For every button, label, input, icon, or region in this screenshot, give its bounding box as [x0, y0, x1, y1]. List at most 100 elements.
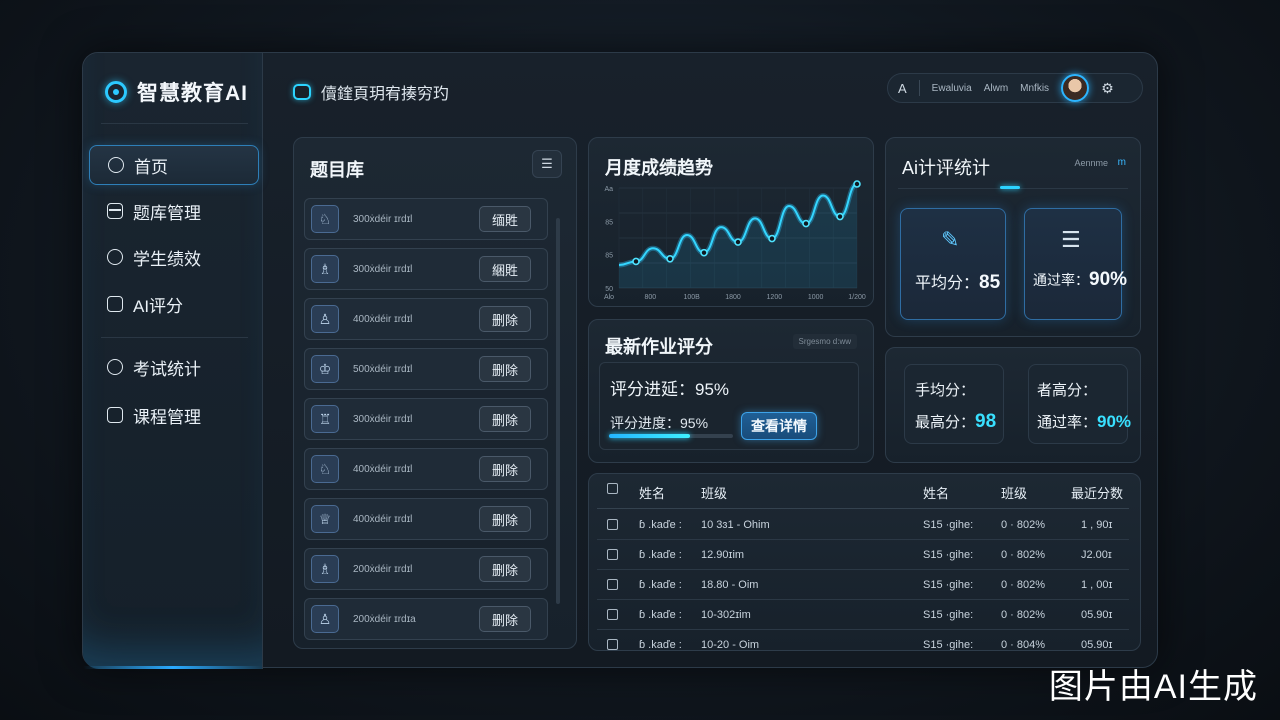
table-cell: 0 · 802%: [1001, 609, 1046, 621]
table-row[interactable]: ɓ .kaďe : 10-302ɪim S15 ·gihe: 0 · 802% 05.9…: [597, 600, 1129, 630]
x-tick-label: 1200: [767, 294, 783, 301]
scrollbar[interactable]: [556, 218, 560, 604]
question-row[interactable]: ♘ 400ẋdéir ɪrdɪl 删除: [304, 448, 548, 490]
question-row[interactable]: ♗ 200ẋdéir ɪrdɪl 删除: [304, 548, 548, 590]
question-row[interactable]: ♘ 300ẋdéir ɪrdɪl 缅貹: [304, 198, 548, 240]
question-row[interactable]: ♖ 300ẋdéir ɪrdɪl 删除: [304, 398, 548, 440]
ai-stats-header-icon[interactable]: m: [1118, 157, 1126, 168]
sidebar-item-question-bank[interactable]: 题库管理: [89, 191, 259, 231]
bubble-icon: [107, 249, 123, 265]
grading-line-1: 评分进延：95%: [610, 375, 729, 400]
data-point[interactable]: [700, 248, 708, 257]
data-point[interactable]: [768, 234, 776, 243]
delete-button[interactable]: 綑貹: [479, 256, 531, 282]
average-score: 平均分：85: [915, 269, 1000, 294]
data-point[interactable]: [836, 212, 844, 221]
delete-button[interactable]: 删除: [479, 606, 531, 632]
summary-right-bottom: 通过率：90%: [1037, 411, 1131, 432]
delete-button[interactable]: 删除: [479, 356, 531, 382]
summary-panel: 手均分： 最高分：98 者高分： 通过率：90%: [885, 347, 1141, 463]
data-point[interactable]: [853, 180, 861, 188]
tab-indicator: [1000, 186, 1020, 189]
question-icon: ♘: [311, 205, 339, 233]
table-row[interactable]: ɓ .kaďe : 12.90ɪim S15 ·gihe: 0 · 802% J2.00…: [597, 540, 1129, 570]
x-tick-label: 1800: [725, 294, 741, 301]
delete-button[interactable]: 缅貹: [479, 206, 531, 232]
delete-button[interactable]: 删除: [479, 506, 531, 532]
table-row[interactable]: ɓ .kaďe : 10-20 - Oim S15 ·gihe: 0 · 804% 05…: [597, 630, 1129, 650]
a-icon[interactable]: A: [898, 81, 907, 96]
data-point[interactable]: [666, 255, 674, 263]
table-cell: 10-302ɪim: [701, 609, 751, 621]
topbar-item[interactable]: Alwm: [984, 83, 1008, 94]
column-header[interactable]: 班级: [701, 483, 727, 502]
ai-stats-panel: Ai计评统计 Aennme m ✎ 平均分：85 ☰ 通过率：90%: [885, 137, 1141, 337]
column-header[interactable]: 班级: [1001, 483, 1027, 502]
row-checkbox[interactable]: [607, 609, 618, 620]
delete-button[interactable]: 删除: [479, 456, 531, 482]
row-checkbox[interactable]: [607, 579, 618, 590]
avatar[interactable]: [1061, 74, 1090, 102]
question-row[interactable]: ♙ 200ẋdéir ɪrdɪa 删除: [304, 598, 548, 640]
table-cell: ɓ .kaďe :: [639, 549, 682, 561]
sidebar-item-home[interactable]: 首页: [89, 145, 259, 185]
column-header[interactable]: 姓名: [923, 483, 949, 502]
pass-rate: 通过率：90%: [1033, 269, 1127, 291]
column-header[interactable]: 姓名: [639, 483, 665, 502]
view-details-button[interactable]: 查看详情: [741, 412, 817, 440]
book-icon: [107, 407, 123, 423]
scroll-icon: ☰: [1061, 227, 1081, 252]
question-icon: ♕: [311, 505, 339, 533]
y-tick-label: 85: [605, 219, 613, 226]
delete-button[interactable]: 删除: [479, 306, 531, 332]
topbar-item[interactable]: Mnfkis: [1020, 83, 1049, 94]
x-tick-label: 100B: [683, 294, 700, 301]
sidebar-item-label: AI评分: [133, 296, 184, 316]
question-row[interactable]: ♗ 300ẋdéir ɪrdɪl 綑貹: [304, 248, 548, 290]
data-point[interactable]: [632, 257, 640, 266]
row-checkbox[interactable]: [607, 519, 618, 530]
table-cell: S15 ·gihe:: [923, 519, 974, 531]
settings-icon[interactable]: ⚙: [1101, 80, 1114, 97]
topbar-toolbar: A Ewaluvia Alwm Mnfkis ⚙: [887, 73, 1143, 103]
question-row[interactable]: ♔ 500ẋdéir ɪrdɪl 删除: [304, 348, 548, 390]
table-row[interactable]: ɓ .kaďe : 10 3ɜ1 - Ohim S15 ·gihe: 0 · 802%…: [597, 510, 1129, 540]
question-text: 200ẋdéir ɪrdɪl: [353, 563, 413, 575]
row-checkbox[interactable]: [607, 639, 618, 650]
panel-title: 题目库: [310, 160, 364, 180]
summary-card-left: 手均分： 最高分：98: [904, 364, 1004, 444]
table-cell: J2.00ɪ: [1081, 549, 1112, 561]
sidebar-divider: [101, 337, 248, 338]
question-row[interactable]: ♙ 400ẋdéir ɪrdɪl 删除: [304, 298, 548, 340]
data-point[interactable]: [734, 238, 742, 246]
column-header[interactable]: 最近分数: [1071, 483, 1123, 502]
x-tick-label: Alo: [604, 294, 614, 301]
question-row[interactable]: ♕ 400ẋdéir ɪrdɪl 删除: [304, 498, 548, 540]
doc-icon: [107, 296, 123, 312]
sidebar: 智慧教育AI 首页 题库管理 学生绩效 AI评分 考试统计 课程管理: [83, 53, 263, 669]
topbar-item[interactable]: Ewaluvia: [932, 83, 972, 94]
table-cell: 18.80 - Oim: [701, 579, 759, 591]
chat-icon: [293, 84, 311, 100]
average-score-card: ✎ 平均分：85: [900, 208, 1006, 320]
pass-rate-label: 通过率：: [1033, 272, 1089, 288]
row-checkbox[interactable]: [607, 549, 618, 560]
question-text: 200ẋdéir ɪrdɪa: [353, 613, 416, 625]
sidebar-item-ai-grading[interactable]: AI评分: [89, 284, 259, 324]
delete-button[interactable]: 删除: [479, 556, 531, 582]
sidebar-item-student-performance[interactable]: 学生绩效: [89, 237, 259, 277]
table-row[interactable]: ɓ .kaďe : 18.80 - Oim S15 ·gihe: 0 · 802% 1 …: [597, 570, 1129, 600]
sidebar-item-exam-stats[interactable]: 考试统计: [89, 347, 259, 387]
grading-progress-fill: [609, 434, 690, 438]
sidebar-item-course-management[interactable]: 课程管理: [89, 395, 259, 435]
table-cell: S15 ·gihe:: [923, 549, 974, 561]
tab-icon: [107, 203, 123, 219]
pass-rate-value: 90%: [1097, 412, 1132, 431]
data-point[interactable]: [802, 219, 810, 228]
delete-button[interactable]: 删除: [479, 406, 531, 432]
filter-menu-icon[interactable]: ☰: [532, 150, 562, 178]
select-all-checkbox[interactable]: [607, 483, 618, 494]
table-cell: 05.90ɪ: [1081, 609, 1113, 621]
logo-icon: [105, 81, 127, 103]
panel-title: 最新作业评分: [605, 337, 713, 357]
